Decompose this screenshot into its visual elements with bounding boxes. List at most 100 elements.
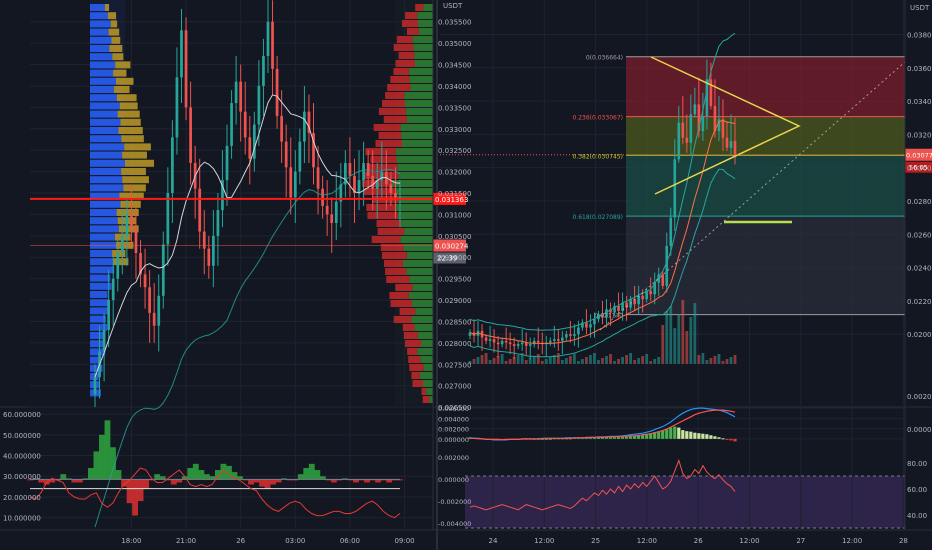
macd-histogram-bar	[685, 431, 689, 439]
candle-body	[565, 334, 568, 338]
volume-profile-bar	[90, 168, 122, 175]
volume-bar	[637, 358, 641, 364]
volume-profile-bar	[417, 12, 433, 19]
volume-bar	[701, 353, 705, 364]
candle-body	[649, 290, 652, 295]
macd-histogram-bar	[608, 437, 613, 439]
volume-bar	[548, 357, 552, 364]
macd-histogram-bar	[681, 430, 685, 439]
macd-histogram-bar	[689, 431, 693, 439]
oscillator-area-bar	[137, 479, 144, 502]
volume-bar	[609, 354, 612, 364]
volume-bar	[713, 356, 717, 364]
candle-body	[380, 171, 384, 181]
volume-bar	[540, 361, 544, 364]
volume-bar	[689, 317, 693, 364]
volume-profile-bar	[390, 300, 412, 307]
fib-zone	[626, 155, 905, 217]
volume-profile-bar	[417, 332, 433, 339]
oscillator-area-bar	[170, 479, 177, 485]
macd-histogram-bar	[725, 438, 729, 440]
candle-body	[107, 300, 111, 331]
fib-level-label: 0.618(0.027089)	[573, 214, 624, 221]
macd-histogram-bar	[697, 433, 701, 439]
volume-profile-bar	[119, 102, 138, 110]
volume-bar	[645, 354, 649, 364]
candle-body	[589, 324, 592, 328]
candle-body	[180, 30, 183, 78]
volume-bar	[581, 359, 584, 364]
macd-y-tick-label: 0.000000	[438, 436, 469, 444]
volume-profile-bar	[90, 233, 115, 241]
oscillator-area-bar	[198, 470, 205, 480]
volume-profile-bar	[110, 20, 118, 28]
left-x-tick-label: 26	[236, 537, 245, 545]
volume-profile-bar	[396, 36, 413, 43]
volume-profile-bar	[113, 86, 130, 93]
volume-profile-bar	[400, 236, 433, 243]
oscillator-area-bar	[215, 470, 221, 480]
macd-histogram-bar	[612, 437, 617, 439]
volume-profile-bar	[400, 124, 433, 131]
volume-profile-bar	[90, 291, 108, 298]
left-x-tick-label: 06:00	[340, 537, 360, 545]
volume-profile-bar	[90, 250, 113, 257]
volume-profile-bar	[121, 168, 146, 175]
volume-profile-bar	[108, 28, 120, 36]
candle-body	[284, 141, 288, 168]
volume-profile-bar	[90, 135, 122, 143]
candle-body	[693, 104, 697, 115]
candle-body	[152, 312, 156, 326]
right-x-tick-label: 12:00	[637, 537, 657, 545]
oscillator-y-tick-label: 20.000000	[3, 494, 41, 502]
volume-profile-bar	[420, 356, 433, 363]
volume-profile-bar	[90, 258, 114, 266]
volume-profile-bar	[118, 127, 143, 134]
oscillator-area-bar	[248, 479, 254, 485]
volume-profile-bar	[412, 300, 433, 307]
left-y-tick-label: 0.035500	[438, 19, 471, 27]
volume-profile-bar	[410, 84, 433, 91]
volume-profile-bar	[429, 396, 433, 403]
volume-profile-bar	[401, 132, 433, 139]
candle-body	[148, 287, 151, 313]
candle-body	[102, 330, 106, 352]
fib-level-label: 0.236(0.033067)	[573, 115, 624, 122]
oscillator-area-bar	[104, 420, 111, 480]
volume-profile-bar	[401, 220, 433, 227]
volume-bar	[629, 353, 633, 364]
volume-profile-bar	[371, 236, 401, 243]
volume-bar	[480, 355, 484, 364]
volume-bar	[593, 353, 596, 364]
volume-bar	[568, 356, 572, 364]
volume-bar	[681, 300, 685, 364]
volume-profile-bar	[90, 307, 110, 315]
fib-level-label: 0.382(0.030745)	[573, 153, 624, 160]
candle-body	[211, 235, 215, 266]
volume-profile-bar	[393, 316, 412, 323]
candle-body	[189, 107, 192, 164]
volume-bar	[564, 358, 568, 364]
oscillator-area-bar	[99, 434, 105, 480]
volume-profile-bar	[395, 148, 433, 155]
volume-profile-bar	[387, 84, 411, 91]
right-y-tick-label: 0.026000	[907, 231, 932, 239]
price-level-label: 0.030274	[435, 243, 469, 251]
volume-bar	[476, 357, 480, 364]
volume-bar	[693, 303, 697, 364]
volume-profile-bar	[415, 308, 433, 315]
candle-body	[508, 342, 512, 345]
volume-bar	[677, 314, 681, 364]
right-y-tick-label: 0.038000	[907, 31, 932, 39]
volume-profile-bar	[412, 36, 433, 43]
volume-profile-bar	[378, 132, 402, 139]
oscillator-area-bar	[297, 474, 304, 480]
volume-bar	[597, 360, 600, 364]
left-y-tick-label: 0.029500	[438, 276, 471, 284]
volume-profile-bar	[120, 200, 141, 208]
trading-chart[interactable]: 0.035500 0.035000 0.034500 0.034000 0.033500…	[0, 0, 932, 550]
countdown-label: 56:05	[909, 164, 928, 172]
oscillator-area-bar	[143, 479, 150, 489]
volume-profile-bar	[90, 4, 105, 11]
fib-low-label: 0.021170	[594, 313, 623, 320]
